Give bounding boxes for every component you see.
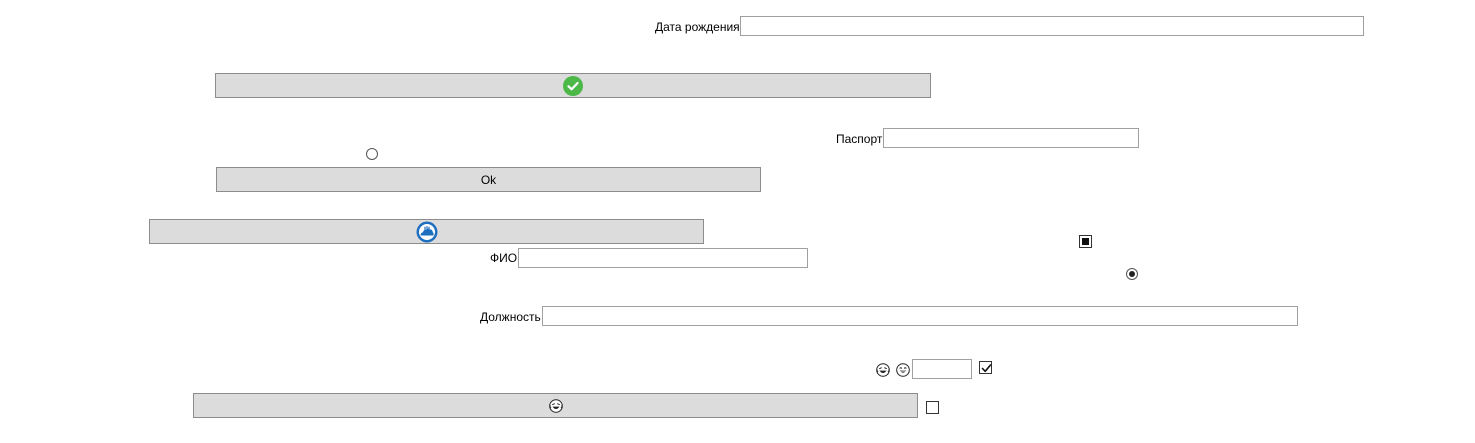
- green-checkmark-icon: [563, 75, 583, 96]
- passport-label: Паспорт: [836, 132, 883, 146]
- full-name-input[interactable]: [518, 248, 808, 268]
- small-input[interactable]: [912, 359, 972, 379]
- checkbox-checked[interactable]: [979, 361, 992, 374]
- laughing-emoji-icon: [876, 363, 890, 377]
- position-label: Должность: [480, 310, 541, 324]
- confirm-button[interactable]: [215, 73, 931, 98]
- emoji-button[interactable]: [193, 393, 918, 418]
- radio-button-2[interactable]: [1126, 268, 1138, 280]
- birth-date-label: Дата рождения: [655, 20, 740, 34]
- radio-button-1[interactable]: [366, 148, 378, 160]
- laughing-emoji-icon: [548, 398, 563, 413]
- birth-date-input[interactable]: [740, 16, 1364, 36]
- ok-button[interactable]: Ok: [216, 167, 761, 192]
- form-canvas: Дата рождения Паспорт Ok ФИО Должность: [0, 0, 1475, 443]
- grinning-emoji-icon: [896, 363, 910, 377]
- passport-input[interactable]: [883, 128, 1139, 148]
- checkbox-unchecked[interactable]: [926, 401, 939, 414]
- blue-cloud-badge-icon: [416, 221, 437, 242]
- position-input[interactable]: [542, 306, 1298, 326]
- cloud-button[interactable]: [149, 219, 704, 244]
- full-name-label: ФИО: [490, 251, 518, 265]
- checkbox-indeterminate[interactable]: [1079, 235, 1092, 248]
- ok-button-label: Ok: [480, 172, 497, 187]
- checkmark-icon: [981, 364, 992, 373]
